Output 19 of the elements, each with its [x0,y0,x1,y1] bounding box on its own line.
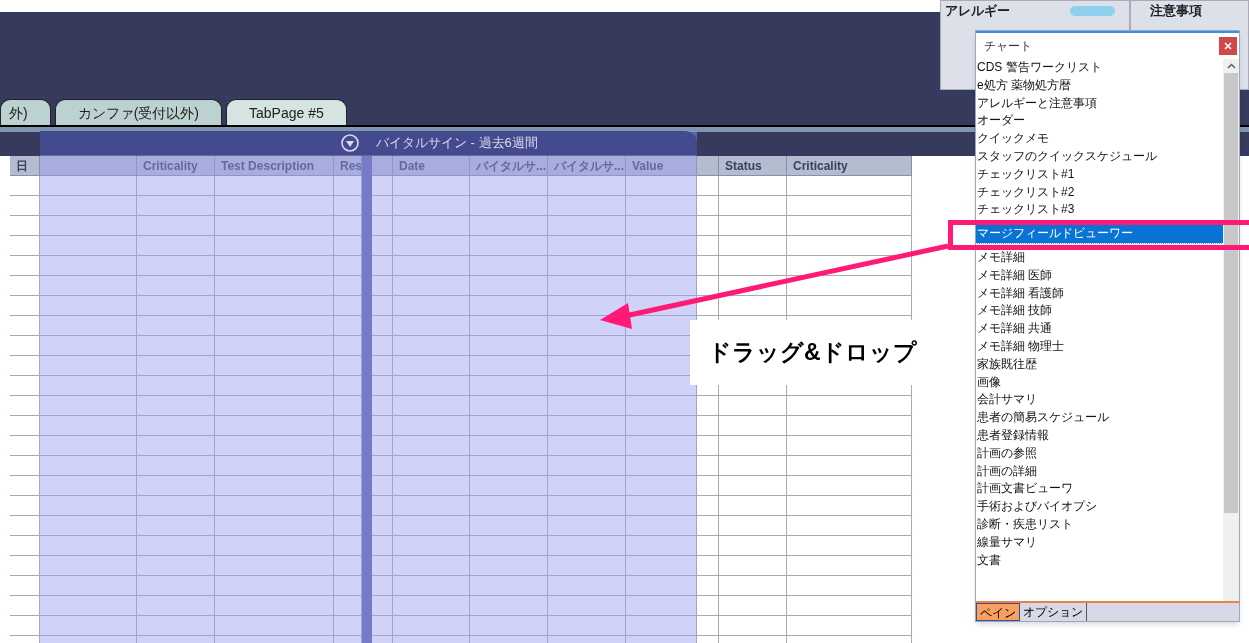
panel-title: アレルギー [945,4,1010,18]
column-header[interactable]: 日 [10,156,40,175]
panel-title: 注意事項 [1150,4,1202,18]
list-item[interactable]: マージフィールドビューワー [976,225,1223,243]
dropdown-icon[interactable] [341,134,359,152]
tab[interactable]: カンファ(受付以外) [54,99,222,125]
scroll-thumb[interactable] [1224,73,1238,513]
close-icon [1224,42,1232,50]
scrollbar[interactable] [1223,59,1239,601]
pane-tab[interactable]: オプション [1020,603,1087,621]
column-header[interactable]: Status [719,156,787,175]
column-header[interactable]: Criticality [787,156,912,175]
close-button[interactable] [1219,37,1237,55]
pane-title: バイタルサイン - 過去6週間 [376,134,538,153]
popup-title: チャート [984,38,1032,55]
tab[interactable]: TabPage #5 [226,99,347,125]
pane-tab[interactable]: ペイン [976,603,1020,621]
tab[interactable]: 外) [0,99,51,125]
scroll-up-icon[interactable] [1226,63,1236,69]
